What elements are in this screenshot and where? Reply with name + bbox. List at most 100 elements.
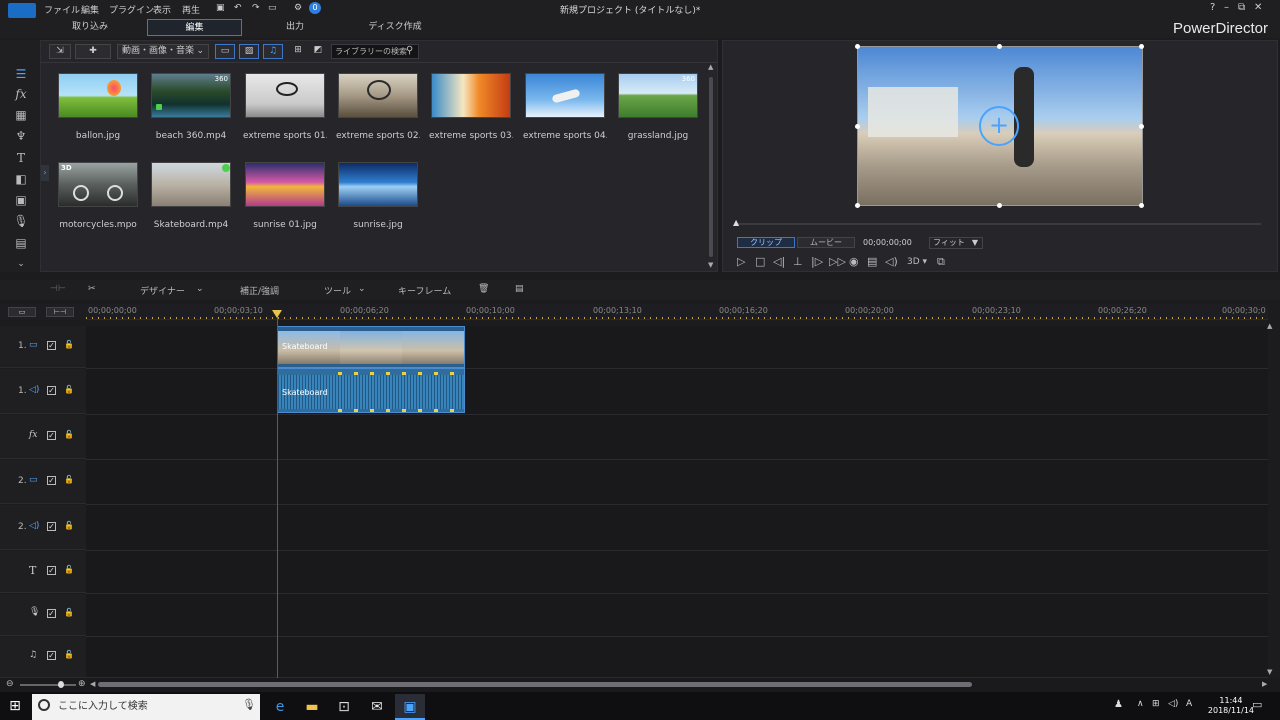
next-frame-icon[interactable]: |▷ <box>811 255 823 268</box>
menu-plugins[interactable]: プラグイン <box>109 3 154 16</box>
fast-forward-icon[interactable]: ▷▷ <box>829 255 846 268</box>
speaker-icon[interactable]: ◁) <box>1168 699 1178 709</box>
track-row[interactable] <box>86 369 1268 415</box>
keyframe-button[interactable]: キーフレーム <box>398 284 451 297</box>
media-item[interactable]: ballon.jpg <box>56 73 140 141</box>
track-row[interactable] <box>86 415 1268 460</box>
tray-expand-icon[interactable]: ∧ <box>1137 699 1144 709</box>
ime-icon[interactable]: A <box>1186 699 1192 709</box>
import-icon[interactable]: ⇲ <box>49 44 71 59</box>
timecode-display[interactable]: 00;00;00;00 <box>863 238 912 247</box>
track-row[interactable] <box>86 326 1268 369</box>
subtitle-room-icon[interactable]: ▣ <box>12 192 30 208</box>
chapter-room-icon[interactable]: ▤ <box>12 235 30 251</box>
undo-icon[interactable]: ↶ <box>234 3 242 13</box>
expand-panel-icon[interactable]: › <box>41 165 49 181</box>
powerdirector-taskbar-icon[interactable]: ▣ <box>395 694 425 720</box>
track-manager-icon[interactable]: ⊣⊢ <box>50 284 66 294</box>
menu-file[interactable]: ファイル <box>44 3 80 16</box>
track-row[interactable] <box>86 594 1268 637</box>
microphone-icon[interactable]: 🎙 <box>242 698 256 711</box>
timeline-view-icon[interactable]: ▭ <box>8 307 36 317</box>
menu-edit[interactable]: 編集 <box>81 3 99 16</box>
plugins-icon[interactable]: ✚ <box>75 44 111 59</box>
pip-room-icon[interactable]: ▦ <box>12 107 30 123</box>
windows-start-icon[interactable]: ⊞ <box>0 692 30 720</box>
3d-mode-button[interactable]: 3D ▾ <box>907 257 927 267</box>
particle-room-icon[interactable]: ♆ <box>12 128 30 144</box>
library-scrollbar[interactable]: ▲ ▼ <box>706 63 716 271</box>
track-row[interactable] <box>86 460 1268 505</box>
track-enable-checkbox[interactable]: ✓ <box>47 341 56 350</box>
timeline-ruler[interactable]: 00;00;00;00 00;00;03;10 00;00;06;20 00;0… <box>86 304 1268 320</box>
track-enable-checkbox[interactable]: ✓ <box>47 651 56 660</box>
lock-icon[interactable]: 🔓 <box>64 430 74 439</box>
zoom-in-icon[interactable]: ⊕ <box>78 679 86 689</box>
edge-browser-icon[interactable]: e <box>265 694 295 720</box>
tab-create-disc[interactable]: ディスク作成 <box>355 19 435 36</box>
people-icon[interactable]: ♟ <box>1114 699 1123 710</box>
undock-preview-icon[interactable]: ⧉ <box>937 255 945 269</box>
track-enable-checkbox[interactable]: ✓ <box>47 476 56 485</box>
lock-icon[interactable]: 🔓 <box>64 521 74 530</box>
clip-mode-button[interactable]: クリップ <box>737 237 795 248</box>
lock-icon[interactable]: 🔓 <box>64 385 74 394</box>
lock-icon[interactable]: 🔓 <box>64 475 74 484</box>
media-item[interactable]: extreme sports 03... <box>429 73 513 141</box>
file-explorer-icon[interactable]: ▬ <box>297 694 327 720</box>
notification-badge[interactable]: 0 <box>309 2 321 14</box>
scroll-down-icon[interactable]: ▼ <box>1267 668 1272 676</box>
track-row[interactable] <box>86 551 1268 594</box>
slider-handle-icon[interactable]: ▲ <box>733 218 739 227</box>
lock-icon[interactable]: 🔓 <box>64 608 74 617</box>
stop-icon[interactable]: □ <box>755 255 765 268</box>
fx-room-icon[interactable]: fx <box>12 86 30 102</box>
lock-icon[interactable]: 🔓 <box>64 565 74 574</box>
tab-produce[interactable]: 出力 <box>255 19 335 36</box>
notifications-icon[interactable]: ▭ <box>1252 698 1262 711</box>
audio-clip[interactable]: Skateboard <box>277 368 465 413</box>
grid-view-icon[interactable]: ⊞ <box>291 44 305 59</box>
search-icon[interactable]: ⚲ <box>406 45 413 56</box>
more-rooms-icon[interactable]: ⌄ <box>12 256 30 272</box>
snapshot-icon[interactable]: ◉ <box>849 255 859 268</box>
tools-dropdown-icon[interactable]: ⌄ <box>358 284 366 294</box>
playhead[interactable] <box>277 312 278 682</box>
track-enable-checkbox[interactable]: ✓ <box>47 609 56 618</box>
timeline-hscroll-thumb[interactable] <box>98 682 972 687</box>
move-crosshair-icon[interactable]: + <box>979 106 1019 146</box>
zoom-slider-handle[interactable] <box>58 681 64 688</box>
zoom-out-icon[interactable]: ⊖ <box>6 679 14 689</box>
preview-video[interactable]: + <box>857 46 1143 206</box>
designer-button[interactable]: デザイナー <box>140 284 185 297</box>
media-item[interactable]: 360 beach 360.mp4 <box>149 73 233 141</box>
track-enable-checkbox[interactable]: ✓ <box>47 431 56 440</box>
save-icon[interactable]: ▣ <box>216 3 225 13</box>
voice-over-room-icon[interactable]: 🎙 <box>12 213 30 229</box>
help-icon[interactable]: ? <box>1210 2 1215 13</box>
tab-capture[interactable]: 取り込み <box>50 19 130 36</box>
scroll-right-icon[interactable]: ▶ <box>1262 680 1267 688</box>
tab-edit[interactable]: 編集 <box>147 19 242 36</box>
media-room-icon[interactable]: ☰ <box>12 66 30 82</box>
title-room-icon[interactable]: T <box>12 150 30 166</box>
redo-icon[interactable]: ↷ <box>252 3 260 13</box>
track-enable-checkbox[interactable]: ✓ <box>47 386 56 395</box>
mail-icon[interactable]: ✉ <box>362 694 392 720</box>
track-enable-checkbox[interactable]: ✓ <box>47 522 56 531</box>
movie-mode-button[interactable]: ムービー <box>797 237 855 248</box>
lock-icon[interactable]: 🔓 <box>64 340 74 349</box>
media-item[interactable]: 360 grassland.jpg <box>616 73 700 141</box>
media-item[interactable]: extreme sports 02... <box>336 73 420 141</box>
taskbar-search-input[interactable]: ここに入力して検索 <box>32 694 260 720</box>
media-item[interactable]: sunrise.jpg <box>336 162 420 230</box>
taskbar-clock[interactable]: 11:44 2018/11/14 <box>1208 696 1254 716</box>
media-item[interactable]: Skateboard.mp4 <box>149 162 233 230</box>
store-icon[interactable]: ⊡ <box>329 694 359 720</box>
scroll-up-icon[interactable]: ▲ <box>708 63 713 71</box>
menu-view[interactable]: 表示 <box>153 3 171 16</box>
scroll-left-icon[interactable]: ◀ <box>90 680 95 688</box>
video-clip[interactable]: Skateboard <box>277 326 465 368</box>
subtitles-icon[interactable]: ▤ <box>867 255 877 268</box>
storyboard-view-icon[interactable]: ⊢⊣ <box>46 307 74 317</box>
